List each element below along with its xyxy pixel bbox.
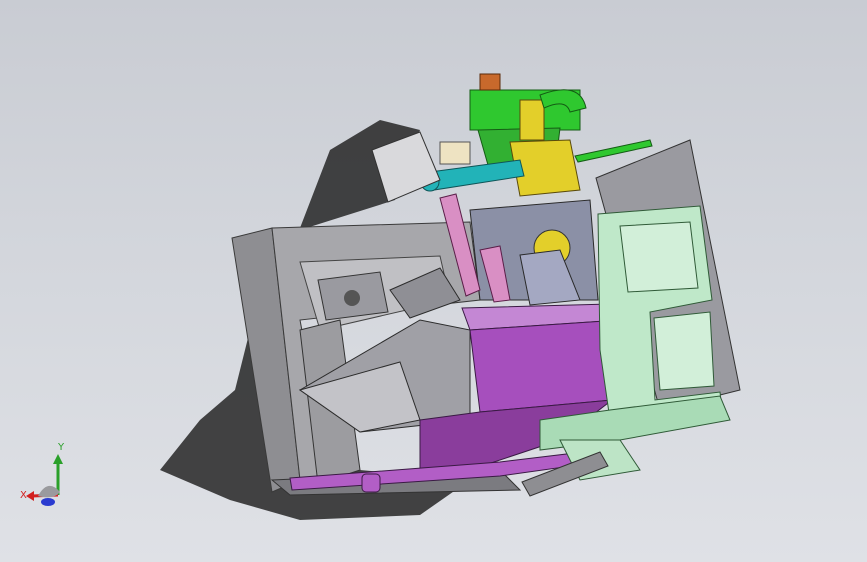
purple-housing-front[interactable] (469, 319, 621, 413)
x-axis-label: X (20, 490, 27, 501)
graphics-viewport[interactable]: Y X (0, 0, 867, 562)
motor-cylinder[interactable] (439, 141, 471, 165)
y-axis-arrow-icon (53, 454, 63, 464)
green-frame-window-lower[interactable] (653, 311, 715, 391)
orange-cap[interactable] (479, 73, 501, 91)
z-axis-marker-icon (41, 498, 55, 506)
green-rod[interactable] (574, 139, 653, 163)
purple-foot[interactable] (361, 473, 381, 493)
coordinate-triad: Y X (20, 442, 65, 506)
y-axis-label: Y (57, 442, 65, 453)
green-frame-window-upper[interactable] (619, 221, 699, 293)
cad-model-view[interactable] (0, 0, 867, 562)
mount-hole (344, 290, 360, 306)
yellow-cylinder[interactable] (519, 99, 545, 141)
x-axis-arrow-icon (26, 491, 34, 501)
